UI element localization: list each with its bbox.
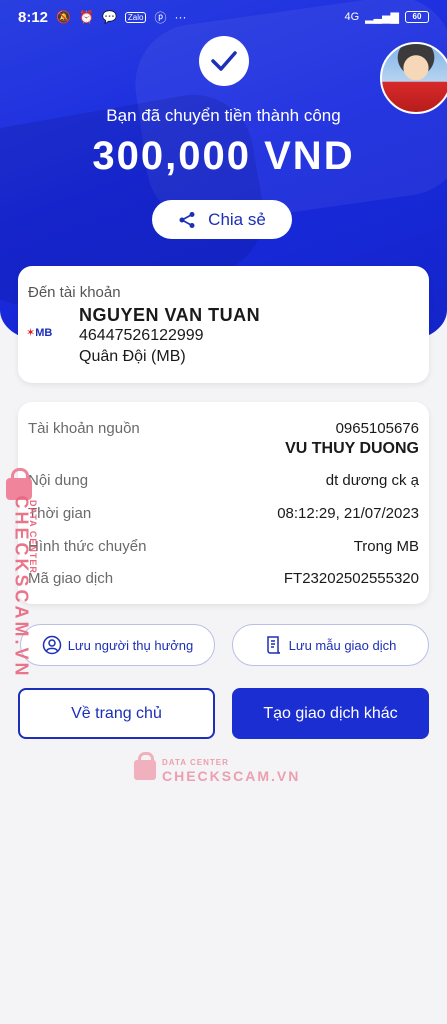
watermark-sub: DATA CENTER xyxy=(162,758,229,767)
watermark-lock-icon xyxy=(134,752,156,780)
mute-icon: 🔕 xyxy=(56,10,71,24)
chat-icon: 💬 xyxy=(101,10,117,24)
save-template-button[interactable]: Lưu mẫu giao dịch xyxy=(232,624,429,666)
home-button[interactable]: Về trang chủ xyxy=(18,688,215,739)
detail-row-time: Thời gian 08:12:29, 21/07/2023 xyxy=(28,505,419,522)
zalo-icon: Zalo xyxy=(124,11,147,23)
content-label: Nội dung xyxy=(28,472,89,489)
status-right: 4G ▂▃▅▇ 60 xyxy=(344,11,429,24)
recipient-bank: Quân Đội (MB) xyxy=(79,348,186,365)
watermark-vertical-sub: DATA CENTER xyxy=(28,500,38,574)
save-template-label: Lưu mẫu giao dịch xyxy=(288,637,397,653)
detail-row-content: Nội dung dt dương ck ạ xyxy=(28,472,419,489)
avatar[interactable] xyxy=(380,42,447,114)
txn-label: Mã giao dịch xyxy=(28,570,114,587)
more-icon: ··· xyxy=(174,10,187,24)
time-value: 08:12:29, 21/07/2023 xyxy=(277,505,419,522)
method-value: Trong MB xyxy=(353,538,419,555)
recipient-name: NGUYEN VAN TUAN xyxy=(79,305,261,325)
battery-icon: 60 xyxy=(405,11,429,23)
share-icon xyxy=(179,211,195,228)
method-label: Hình thức chuyển xyxy=(28,538,147,555)
share-button[interactable]: Chia sẻ xyxy=(152,200,292,239)
mb-star-icon: ✶ xyxy=(26,327,36,339)
source-name: VU THUY DUONG xyxy=(285,440,419,457)
transfer-amount: 300,000 VND xyxy=(92,134,355,178)
source-account: 0965105676 xyxy=(335,420,419,437)
status-bar: 8:12 🔕 ⏰ 💬 Zalo ⓟ ··· 4G ▂▃▅▇ 60 xyxy=(0,0,447,34)
pinterest-icon: ⓟ xyxy=(154,10,167,25)
transaction-details-card: Tài khoản nguồn 0965105676 VU THUY DUONG… xyxy=(18,402,429,604)
watermark-center: DATA CENTER CHECKSCAM.VN xyxy=(132,752,298,786)
content-value: dt dương ck ạ xyxy=(325,472,419,489)
watermark-brand: CHECKSCAM.VN xyxy=(162,768,301,784)
user-circle-icon xyxy=(42,635,61,655)
detail-row-source: Tài khoản nguồn 0965105676 xyxy=(28,420,419,437)
status-notification-icons: 🔕 ⏰ 💬 Zalo ⓟ ··· xyxy=(56,9,186,26)
status-time: 8:12 xyxy=(18,8,49,26)
destination-card: Đến tài khoản ✶MB NGUYEN VAN TUAN 464475… xyxy=(18,266,429,383)
network-label: 4G xyxy=(344,11,360,23)
detail-row-method: Hình thức chuyển Trong MB xyxy=(28,538,419,555)
detail-row-txn: Mã giao dịch FT23202502555320 xyxy=(28,570,419,587)
source-label: Tài khoản nguồn xyxy=(28,420,140,437)
receipt-icon xyxy=(266,636,280,654)
success-check-icon xyxy=(199,36,249,86)
success-message: Bạn đã chuyển tiền thành công xyxy=(106,106,341,125)
txn-value: FT23202502555320 xyxy=(283,570,419,587)
recipient-account: 46447526122999 xyxy=(79,327,204,344)
save-beneficiary-button[interactable]: Lưu người thụ hưởng xyxy=(20,624,215,666)
alarm-icon: ⏰ xyxy=(78,10,94,24)
new-transaction-button[interactable]: Tạo giao dịch khác xyxy=(232,688,429,739)
destination-label: Đến tài khoản xyxy=(28,284,121,301)
mb-bank-logo: ✶MB xyxy=(26,327,53,339)
signal-icon: ▂▃▅▇ xyxy=(365,11,399,24)
share-label: Chia sẻ xyxy=(208,209,266,229)
save-beneficiary-label: Lưu người thụ hưởng xyxy=(67,637,194,653)
